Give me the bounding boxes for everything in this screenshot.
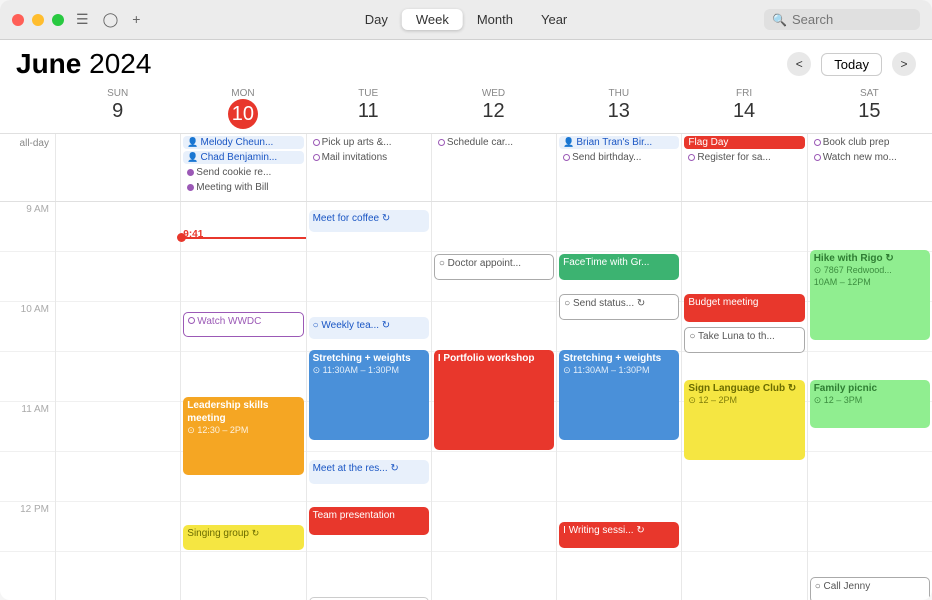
titlebar: ☰ ◯ + Day Week Month Year 🔍: [0, 0, 932, 40]
event-facetime[interactable]: FaceTime with Gr...: [559, 254, 679, 280]
fullscreen-button[interactable]: [52, 14, 64, 26]
allday-tue: Pick up arts &... Mail invitations: [306, 134, 431, 201]
event-hike-rigo[interactable]: Hike with Rigo ↻ ⊙ 7867 Redwood... 10AM …: [810, 250, 930, 340]
inbox-icon[interactable]: ◯: [103, 11, 119, 28]
allday-sat: Book club prep Watch new mo...: [807, 134, 932, 201]
allday-row: all-day 👤 Melody Cheun... 👤 Chad Benjami…: [0, 134, 932, 202]
event-call-jenny[interactable]: ○ Call Jenny: [810, 577, 930, 600]
calendar-grid: SUN 9 MON 10 TUE 11 WED 12 THU 13 FRI 14: [0, 84, 932, 600]
time-column: 9 AM 10 AM 11 AM 12 PM 1 PM 2 PM 3 PM 4 …: [0, 202, 55, 600]
day-col-sun: [55, 202, 180, 600]
allday-event[interactable]: Watch new mo...: [810, 151, 930, 164]
allday-wed: Schedule car...: [431, 134, 556, 201]
day-header-mon: MON 10: [180, 84, 305, 133]
day-header-wed: WED 12: [431, 84, 556, 133]
event-writing-session[interactable]: I Writing sessi... ↻: [559, 522, 679, 548]
event-stretching-tue[interactable]: Stretching + weights ⊙ 11:30AM – 1:30PM: [309, 350, 429, 440]
tab-week[interactable]: Week: [402, 9, 463, 30]
allday-event[interactable]: Flag Day: [684, 136, 804, 149]
allday-event[interactable]: 👤 Brian Tran's Bir...: [559, 136, 679, 149]
allday-fri: Flag Day Register for sa...: [681, 134, 806, 201]
close-button[interactable]: [12, 14, 24, 26]
day-col-thu: FaceTime with Gr... ○ Send status... ↻ S…: [556, 202, 681, 600]
event-singing-group[interactable]: Singing group ↻: [183, 525, 303, 550]
event-doctor[interactable]: ○ Doctor appoint...: [434, 254, 554, 280]
event-budget-meeting[interactable]: Budget meeting: [684, 294, 804, 322]
day-col-sat: Hike with Rigo ↻ ⊙ 7867 Redwood... 10AM …: [807, 202, 932, 600]
allday-sun: [55, 134, 180, 201]
time-grid: 9 AM 10 AM 11 AM 12 PM 1 PM 2 PM 3 PM 4 …: [0, 202, 932, 600]
time-half11: [0, 452, 55, 502]
day-header-sat: SAT 15: [807, 84, 932, 133]
allday-thu: 👤 Brian Tran's Bir... Send birthday...: [556, 134, 681, 201]
tab-month[interactable]: Month: [463, 9, 527, 30]
allday-event[interactable]: Pick up arts &...: [309, 136, 429, 149]
allday-event[interactable]: Mail invitations: [309, 151, 429, 164]
day-col-wed: ○ Doctor appoint... I Portfolio workshop: [431, 202, 556, 600]
day-col-tue: Meet for coffee ↻ ○ Weekly tea... ↻ Stre…: [306, 202, 431, 600]
search-bar[interactable]: 🔍: [764, 9, 920, 30]
time-10am: 10 AM: [0, 302, 55, 352]
event-family-picnic[interactable]: Family picnic ⊙ 12 – 3PM: [810, 380, 930, 428]
day-header-fri: FRI 14: [681, 84, 806, 133]
event-leadership-skills[interactable]: Leadership skills meeting ⊙ 12:30 – 2PM: [183, 397, 303, 475]
tab-day[interactable]: Day: [351, 9, 402, 30]
add-icon[interactable]: +: [132, 11, 140, 28]
event-team-presentation[interactable]: Team presentation: [309, 507, 429, 535]
cal-header: June 2024 < Today >: [0, 40, 932, 84]
today-button[interactable]: Today: [821, 53, 882, 76]
tab-year[interactable]: Year: [527, 9, 581, 30]
time-half9: [0, 252, 55, 302]
event-stretching-thu[interactable]: Stretching + weights ⊙ 11:30AM – 1:30PM: [559, 350, 679, 440]
allday-event[interactable]: Meeting with Bill: [183, 181, 303, 194]
current-time-line: [181, 237, 305, 239]
day-header-thu: THU 13: [556, 84, 681, 133]
sidebar-icon[interactable]: ☰: [76, 11, 89, 28]
event-watch-wwdc[interactable]: Watch WWDC: [183, 312, 303, 337]
event-portfolio-workshop[interactable]: I Portfolio workshop: [434, 350, 554, 450]
day-headers: SUN 9 MON 10 TUE 11 WED 12 THU 13 FRI 14: [0, 84, 932, 134]
event-meet-coffee[interactable]: Meet for coffee ↻: [309, 210, 429, 232]
allday-event[interactable]: Register for sa...: [684, 151, 804, 164]
event-take-luna[interactable]: ○ Take Luna to th...: [684, 327, 804, 353]
event-meet-res[interactable]: Meet at the res... ↻: [309, 460, 429, 484]
nav-tabs: Day Week Month Year: [351, 9, 582, 30]
calendar-window: ☰ ◯ + Day Week Month Year 🔍 June 2024 < …: [0, 0, 932, 600]
day-header-tue: TUE 11: [306, 84, 431, 133]
day-header-sun: SUN 9: [55, 84, 180, 133]
next-button[interactable]: >: [892, 52, 916, 76]
time-11am: 11 AM: [0, 402, 55, 452]
nav-arrows: < Today >: [787, 52, 916, 76]
allday-event[interactable]: 👤 Melody Cheun...: [183, 136, 303, 149]
day-col-mon: 9:41 Watch WWDC Leadership skills meetin…: [180, 202, 305, 600]
event-send-status[interactable]: ○ Send status... ↻: [559, 294, 679, 320]
day-col-fri: Budget meeting ○ Take Luna to th... Sign…: [681, 202, 806, 600]
allday-label: all-day: [0, 134, 55, 201]
prev-button[interactable]: <: [787, 52, 811, 76]
traffic-lights: [12, 14, 64, 26]
allday-event[interactable]: Send cookie re...: [183, 166, 303, 179]
search-input[interactable]: [792, 12, 912, 27]
event-sign-language[interactable]: Sign Language Club ↻ ⊙ 12 – 2PM: [684, 380, 804, 460]
time-half12: [0, 552, 55, 600]
time-9am: 9 AM: [0, 202, 55, 252]
time-12pm: 12 PM: [0, 502, 55, 552]
minimize-button[interactable]: [32, 14, 44, 26]
allday-event[interactable]: 👤 Chad Benjamin...: [183, 151, 303, 164]
allday-event[interactable]: Send birthday...: [559, 151, 679, 164]
allday-event[interactable]: Schedule car...: [434, 136, 554, 149]
cal-title: June 2024: [16, 48, 787, 80]
time-half10: [0, 352, 55, 402]
toolbar-icons: ☰ ◯ +: [76, 11, 140, 28]
allday-event[interactable]: Book club prep: [810, 136, 930, 149]
search-icon: 🔍: [772, 13, 787, 27]
allday-mon: 👤 Melody Cheun... 👤 Chad Benjamin... Sen…: [180, 134, 305, 201]
event-weekly-tea[interactable]: ○ Weekly tea... ↻: [309, 317, 429, 339]
